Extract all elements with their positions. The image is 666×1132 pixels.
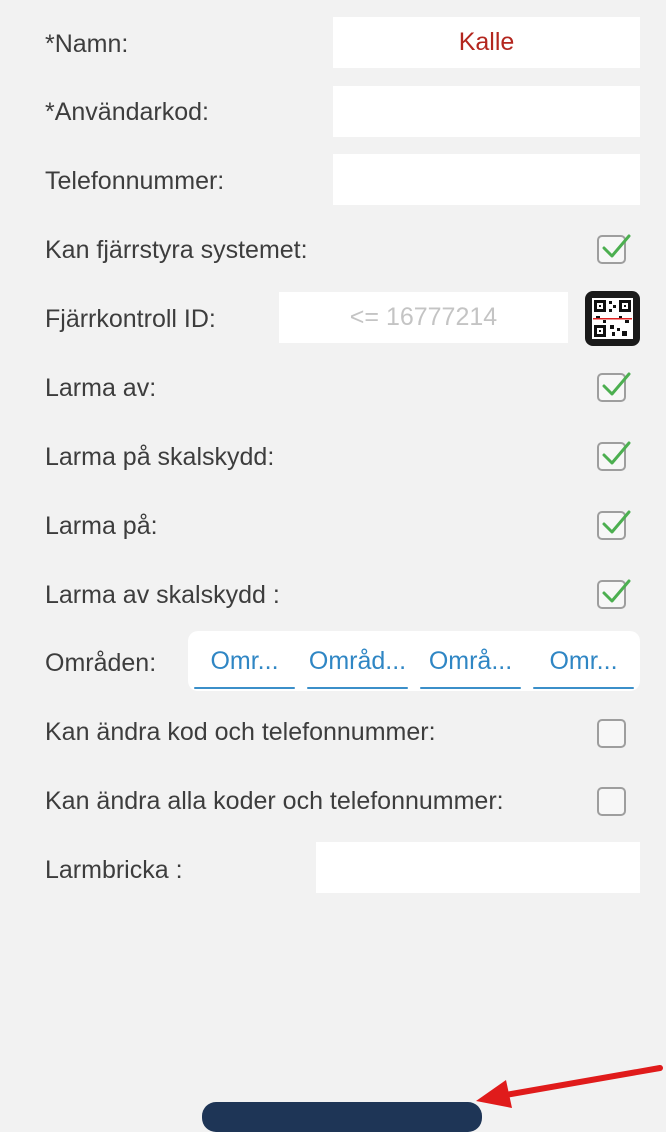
qr-pattern bbox=[593, 300, 632, 337]
remote-control-label: Kan fjärrstyra systemet: bbox=[45, 236, 308, 264]
change-all-checkbox[interactable] bbox=[597, 787, 626, 816]
area-option-3[interactable]: Områ... bbox=[414, 631, 527, 691]
phone-field[interactable] bbox=[333, 154, 640, 205]
checkmark-icon bbox=[602, 510, 631, 534]
arm-checkbox[interactable] bbox=[597, 510, 631, 540]
disarm-label: Larma av: bbox=[45, 374, 157, 402]
usercode-field[interactable] bbox=[333, 86, 640, 137]
name-label: *Namn: bbox=[45, 30, 129, 58]
remote-id-field[interactable] bbox=[279, 292, 568, 343]
arm-perimeter-checkbox[interactable] bbox=[597, 441, 631, 471]
checkmark-icon bbox=[602, 372, 631, 396]
qr-code-icon[interactable] bbox=[585, 291, 640, 346]
arm-perimeter-label: Larma på skalskydd: bbox=[45, 443, 275, 471]
disarm-checkbox[interactable] bbox=[597, 372, 631, 402]
areas-segmented-control: Omr... Områd... Områ... Omr... bbox=[188, 631, 640, 691]
tag-label: Larmbricka : bbox=[45, 856, 183, 884]
disarm-perimeter-checkbox[interactable] bbox=[597, 579, 631, 609]
area-option-1[interactable]: Omr... bbox=[188, 631, 301, 691]
checkmark-icon bbox=[602, 579, 631, 603]
remote-id-label: Fjärrkontroll ID: bbox=[45, 305, 216, 333]
change-own-checkbox[interactable] bbox=[597, 719, 626, 748]
arm-label: Larma på: bbox=[45, 512, 158, 540]
checkmark-icon bbox=[602, 441, 631, 465]
name-field[interactable] bbox=[333, 17, 640, 68]
remote-control-checkbox[interactable] bbox=[597, 234, 631, 264]
change-own-label: Kan ändra kod och telefonnummer: bbox=[45, 718, 436, 746]
area-option-2[interactable]: Områd... bbox=[301, 631, 414, 691]
tag-field[interactable] bbox=[316, 842, 640, 893]
phone-label: Telefonnummer: bbox=[45, 167, 225, 195]
red-arrow bbox=[476, 1065, 663, 1108]
change-all-label: Kan ändra alla koder och telefonnummer: bbox=[45, 787, 504, 815]
disarm-perimeter-label: Larma av skalskydd : bbox=[45, 581, 280, 609]
checkmark-icon bbox=[602, 234, 631, 258]
areas-label: Områden: bbox=[45, 649, 157, 677]
usercode-label: *Användarkod: bbox=[45, 98, 210, 126]
area-option-4[interactable]: Omr... bbox=[527, 631, 640, 691]
save-button[interactable] bbox=[202, 1102, 482, 1132]
